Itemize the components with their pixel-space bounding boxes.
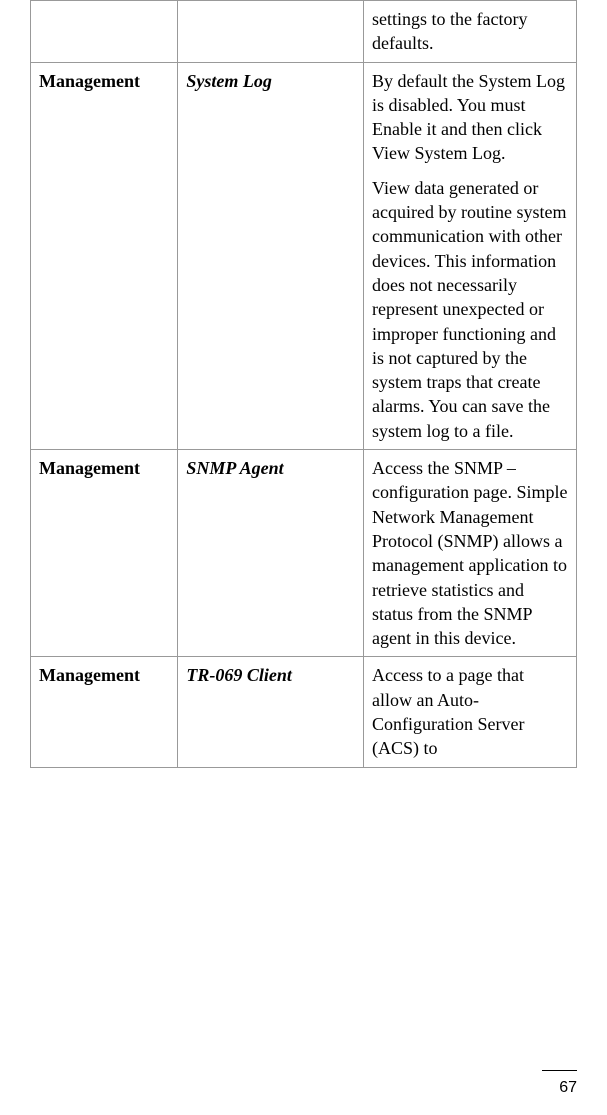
item-cell [178,1,364,63]
category-cell: Management [31,450,178,657]
footer-rule [542,1070,577,1071]
description-cell: Access the SNMP – configuration page. Si… [364,450,577,657]
table-row: Management SNMP Agent Access the SNMP – … [31,450,577,657]
settings-table: settings to the factory defaults. Manage… [30,0,577,768]
category-cell: Management [31,62,178,449]
description-cell: settings to the factory defaults. [364,1,577,63]
item-cell: TR-069 Client [178,657,364,767]
category-cell: Management [31,657,178,767]
description-text: Access the SNMP – configuration page. Si… [372,456,568,650]
page-number: 67 [559,1079,577,1097]
description-text: Access to a page that allow an Auto-Conf… [372,663,568,760]
description-text: settings to the factory defaults. [372,7,568,56]
description-cell: Access to a page that allow an Auto-Conf… [364,657,577,767]
table-row: Management TR-069 Client Access to a pag… [31,657,577,767]
item-cell: SNMP Agent [178,450,364,657]
table-row: settings to the factory defaults. [31,1,577,63]
description-text: By default the System Log is disabled. Y… [372,69,568,166]
description-cell: By default the System Log is disabled. Y… [364,62,577,449]
description-text: View data generated or acquired by routi… [372,176,568,443]
table-row: Management System Log By default the Sys… [31,62,577,449]
category-cell [31,1,178,63]
item-cell: System Log [178,62,364,449]
